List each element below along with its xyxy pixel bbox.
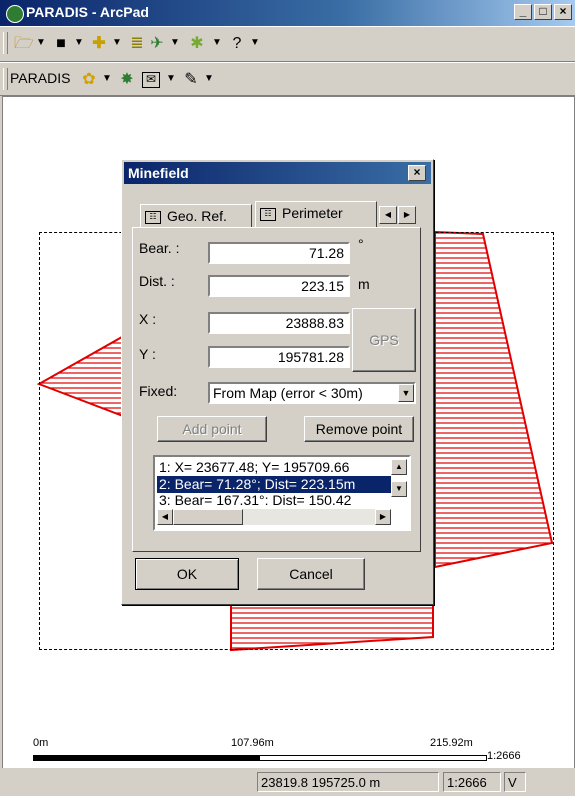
x-label: X : [139,311,157,327]
window-title: PARADIS - ArcPad [26,4,149,20]
status-coordinates: 23819.8 195725.0 m [257,772,439,792]
add-layer-dropdown-icon[interactable]: ▼ [112,37,122,48]
horizontal-scrollbar[interactable]: ◀ ▶ [157,509,391,525]
edit-pen-icon[interactable]: ✎ [182,71,200,89]
bear-input[interactable]: 71.28 [208,242,350,264]
paradis-tool-icon[interactable]: ✿ [80,71,98,89]
add-point-button[interactable]: Add point [157,416,267,442]
scale-ratio-label: 1:2666 [487,750,521,762]
toolbar-grip[interactable] [3,32,8,54]
scroll-right-button[interactable]: ▶ [375,509,391,525]
add-layer-icon[interactable]: ✚ [90,35,108,53]
fixed-label: Fixed: [139,383,178,399]
scale-mid-label: 107.96m [231,737,274,749]
chevron-down-icon[interactable]: ▼ [398,384,414,402]
dialog-close-button[interactable]: × [408,165,426,181]
gps-dropdown-icon[interactable]: ▼ [170,37,180,48]
scroll-up-button[interactable]: ▲ [391,459,407,475]
cancel-button[interactable]: Cancel [257,558,365,590]
toolbar-grip[interactable] [3,68,8,90]
tools-icon[interactable]: ✱ [188,35,206,53]
tab-table-icon: ☷ [260,207,276,221]
minimize-button[interactable]: _ [514,4,532,20]
open-folder-icon[interactable]: 🗁 [14,35,34,53]
list-item[interactable]: 3: Bear= 167.31°; Dist= 150.42 [157,493,391,505]
title-bar: PARADIS - ArcPad _ □ × [0,0,575,26]
envelope-dropdown-icon[interactable]: ▼ [166,73,176,84]
explosion-icon[interactable]: ✸ [118,71,136,89]
scroll-down-button[interactable]: ▼ [391,481,407,497]
tab-scroll-right-button[interactable]: ▶ [398,206,416,224]
fixed-select-value: From Map (error < 30m) [213,385,363,401]
list-item[interactable]: 1: X= 23677.48; Y= 195709.66 [157,459,391,476]
help-icon[interactable]: ? [228,35,246,53]
close-button[interactable]: × [554,4,572,20]
y-label: Y : [139,346,156,362]
bear-label: Bear. : [139,240,180,256]
bear-unit: ° [358,236,364,252]
tab-geo-ref[interactable]: ☷ Geo. Ref. [140,204,252,228]
dist-input[interactable]: 223.15 [208,275,350,297]
list-item[interactable]: 2: Bear= 71.28°; Dist= 223.15m [157,476,391,493]
status-mode: V [504,772,526,792]
fixed-select[interactable]: From Map (error < 30m) ▼ [208,382,416,404]
app-icon [6,5,24,23]
minefield-dialog: Minefield × ☷ Geo. Ref. ☷ Perimeter ◀ ▶ Be… [121,159,434,605]
tab-perimeter[interactable]: ☷ Perimeter [255,201,377,228]
tab-table-icon: ☷ [145,210,161,224]
scale-end-label: 215.92m [430,737,473,749]
save-dropdown-icon[interactable]: ▼ [74,37,84,48]
main-toolbar: 🗁 ▼ ■ ▼ ✚ ▼ ≣ ✈ ▼ ✱ ▼ ? ▼ [0,26,575,62]
scroll-left-button[interactable]: ◀ [157,509,173,525]
dialog-title: Minefield [128,165,189,181]
edit-dropdown-icon[interactable]: ▼ [204,73,214,84]
paradis-tool-dropdown-icon[interactable]: ▼ [102,73,112,84]
x-input[interactable]: 23888.83 [208,312,350,334]
envelope-icon[interactable]: ✉ [142,72,160,88]
open-dropdown-icon[interactable]: ▼ [36,37,46,48]
status-bar: 23819.8 195725.0 m 1:2666 V [0,768,575,796]
scale-bar [33,755,487,761]
toolbar-label: PARADIS [10,70,71,86]
help-dropdown-icon[interactable]: ▼ [250,37,260,48]
dist-unit: m [358,276,370,292]
dialog-title-bar[interactable]: Minefield × [124,162,431,184]
scroll-thumb[interactable] [173,509,243,525]
points-list[interactable]: 1: X= 23677.48; Y= 195709.66 2: Bear= 71… [153,455,411,531]
layers-icon[interactable]: ≣ [128,35,146,53]
save-icon[interactable]: ■ [52,35,70,53]
scale-start-label: 0m [33,737,49,749]
status-scale: 1:2666 [443,772,501,792]
gps-button[interactable]: GPS [352,308,416,372]
remove-point-button[interactable]: Remove point [304,416,414,442]
dist-label: Dist. : [139,273,175,289]
maximize-button[interactable]: □ [534,4,552,20]
ok-button[interactable]: OK [135,558,239,590]
tab-scroll-left-button[interactable]: ◀ [379,206,397,224]
gps-icon[interactable]: ✈ [148,35,166,53]
y-input[interactable]: 195781.28 [208,346,350,368]
paradis-toolbar: PARADIS ✿ ▼ ✸ ✉ ▼ ✎ ▼ [0,62,575,96]
tools-dropdown-icon[interactable]: ▼ [212,37,222,48]
